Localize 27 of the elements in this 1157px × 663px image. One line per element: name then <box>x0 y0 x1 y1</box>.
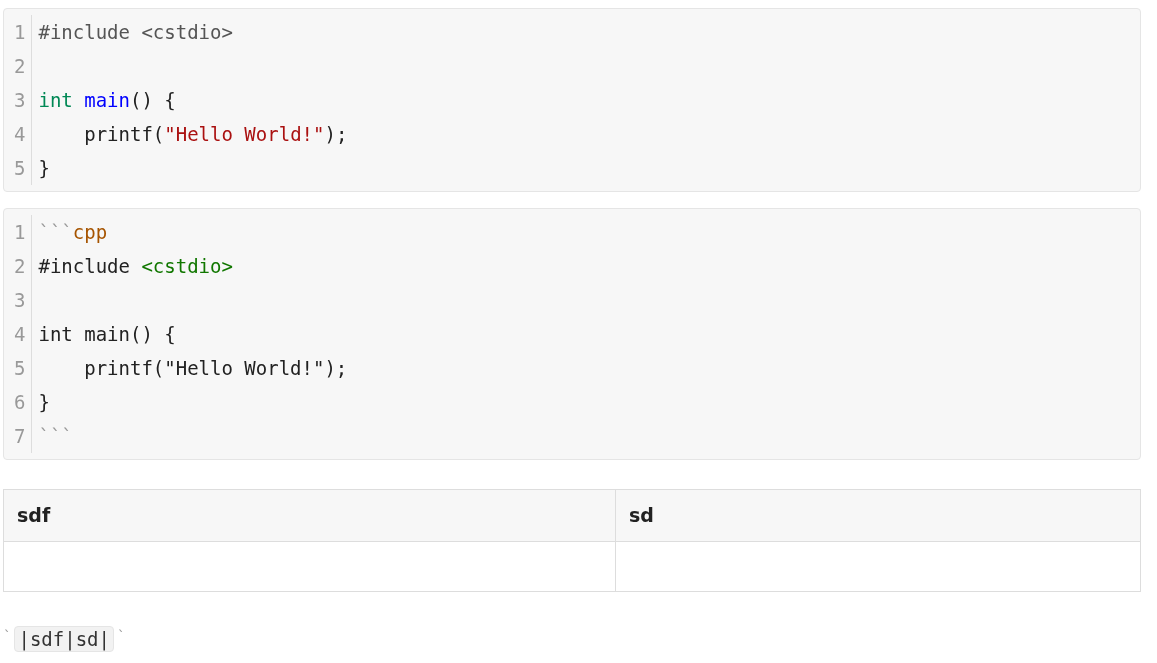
line-number: 5 <box>14 156 26 181</box>
column-header: sdf <box>17 503 51 529</box>
backtick: ` <box>116 627 126 646</box>
line-number: 3 <box>14 88 26 113</box>
line-number: 6 <box>14 390 26 415</box>
backtick: ` <box>3 627 12 646</box>
line-number: 2 <box>14 54 26 79</box>
line-number: 5 <box>14 356 26 381</box>
line-number: 4 <box>14 322 26 347</box>
column-header: sd <box>629 503 654 529</box>
code-line: #include <cstdio> <box>38 21 233 43</box>
code-line: printf("Hello World!"); <box>83 357 348 379</box>
code-line: int main() { <box>38 323 176 345</box>
line-number: 1 <box>14 20 26 45</box>
code-line: } <box>38 391 50 413</box>
code-line: ``` <box>38 425 73 447</box>
code-line: printf("Hello World!"); <box>83 123 348 145</box>
code-line: #include <cstdio> <box>38 255 233 277</box>
line-number: 4 <box>14 122 26 147</box>
code-line: ```cpp <box>38 221 108 243</box>
inline-code: |sdf|sd| <box>14 626 114 652</box>
code-line: int main() { <box>38 89 176 111</box>
line-number: 2 <box>14 254 26 279</box>
line-number: 1 <box>14 220 26 245</box>
line-number: 7 <box>14 424 26 449</box>
code-line: } <box>38 157 50 179</box>
line-number: 3 <box>14 288 26 313</box>
